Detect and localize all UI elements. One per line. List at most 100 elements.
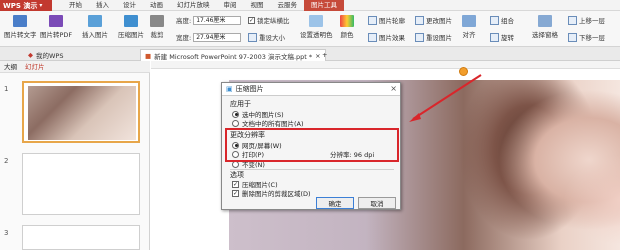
pdf-icon [49, 15, 64, 27]
tab-animation[interactable]: 动画 [143, 0, 170, 11]
dialog-titlebar: ▣ 压缩图片 × [222, 83, 400, 96]
checkbox-checked-icon: ✓ [248, 16, 255, 24]
ruler [151, 61, 620, 69]
checkbox-checked-icon: ✓ [232, 189, 239, 197]
color-label: 颜色 [340, 31, 354, 39]
picture-outline-label: 图片轮廓 [379, 17, 405, 25]
width-control: 宽度: 27.94厘米 [176, 32, 242, 42]
tab-outline[interactable]: 大纲 [0, 61, 21, 73]
slide-thumbnail[interactable] [22, 225, 140, 250]
tab-design[interactable]: 设计 [116, 0, 143, 11]
rotate-icon [490, 32, 499, 42]
app-menu-button[interactable]: WPS 演示 ▾ [0, 0, 52, 11]
insert-picture-label: 插入图片 [82, 31, 108, 39]
align-button[interactable]: 对齐 [462, 15, 476, 39]
color-button[interactable]: 颜色 [340, 15, 354, 39]
cancel-button[interactable]: 取消 [358, 197, 396, 209]
delete-cropped-checkbox[interactable]: ✓ 删除图片的剪裁区域(D) [232, 188, 311, 198]
tab-review[interactable]: 审阅 [217, 0, 244, 11]
set-transparent-button[interactable]: 设置透明色 [300, 15, 333, 39]
width-label: 宽度: [176, 34, 192, 42]
align-label: 对齐 [462, 31, 476, 39]
divider [230, 169, 394, 170]
crop-button[interactable]: 裁剪 [150, 15, 164, 39]
checkbox-checked-icon: ✓ [232, 180, 239, 188]
tab-insert[interactable]: 插入 [89, 0, 116, 11]
pic-to-pdf-button[interactable]: 图片转PDF [40, 15, 72, 39]
plus-icon: + [322, 51, 328, 59]
picture-outline-button[interactable]: 图片轮廓 [368, 15, 405, 25]
delete-cropped-label: 删除图片的剪裁区域(D) [242, 190, 311, 198]
slide-thumbnail-image [28, 86, 136, 140]
bring-forward-label: 上移一层 [579, 17, 605, 25]
transparent-icon [309, 15, 324, 27]
radio-off-icon [232, 119, 239, 127]
change-picture-icon [415, 15, 424, 25]
tab-view[interactable]: 视图 [244, 0, 271, 11]
tab-slides[interactable]: 幻灯片 [21, 61, 49, 73]
tab-document-label: 新建 Microsoft PowerPoint 97-2003 演示文稿.ppt… [154, 52, 313, 61]
height-input[interactable]: 17.46厘米 [193, 15, 242, 25]
apply-all-label: 文档中的所有图片(A) [242, 120, 304, 128]
tab-cloud[interactable]: 云服务 [271, 0, 305, 11]
send-backward-label: 下移一层 [579, 34, 605, 42]
tab-slideshow[interactable]: 幻灯片放映 [170, 0, 217, 11]
combine-label: 组合 [501, 17, 514, 25]
pic-to-text-button[interactable]: 图片转文字 [4, 15, 37, 39]
apply-to-label: 应用于 [230, 100, 251, 108]
crop-icon [150, 15, 164, 27]
new-tab-button[interactable]: + [318, 49, 331, 61]
wps-window: WPS 演示 ▾ 开始 插入 设计 动画 幻灯片放映 审阅 视图 云服务 图片工具… [0, 0, 620, 250]
compress-icon: ▣ [226, 85, 233, 93]
reset-size-button[interactable]: 重设大小 [248, 32, 285, 42]
reset-picture-icon [415, 32, 424, 42]
tab-my-wps[interactable]: ◆ 我的WPS [24, 49, 67, 61]
close-icon[interactable]: × [390, 84, 397, 93]
insert-picture-button[interactable]: 插入图片 [82, 15, 108, 39]
reset-size-icon [248, 32, 257, 42]
send-backward-button[interactable]: 下移一层 [568, 32, 605, 42]
slides-pane: 大纲 幻灯片 1 2 3 [0, 61, 150, 250]
height-label: 高度: [176, 17, 192, 25]
lock-ratio-checkbox[interactable]: ✓ 锁定纵横比 [248, 15, 290, 25]
tab-picture-tools[interactable]: 图片工具 [304, 0, 344, 11]
slide-thumbnail[interactable] [22, 81, 140, 143]
change-picture-label: 更改图片 [426, 17, 452, 25]
lock-ratio-label: 锁定纵横比 [257, 17, 290, 25]
picture-effects-label: 图片效果 [379, 34, 405, 42]
combine-button[interactable]: 组合 [490, 15, 514, 25]
select-pane-icon [538, 15, 552, 27]
color-icon [340, 15, 354, 27]
picture-icon [88, 15, 102, 27]
reset-picture-button[interactable]: 重设图片 [415, 32, 452, 42]
bring-forward-icon [568, 15, 577, 25]
radio-on-icon [232, 110, 239, 118]
outline-icon [368, 15, 377, 25]
compress-picture-dialog: ▣ 压缩图片 × 应用于 选中的图片(S) 文档中的所有图片(A) 更改分辨率 … [221, 82, 401, 210]
compress-icon [124, 15, 138, 27]
select-pane-label: 选择窗格 [532, 31, 558, 39]
compress-picture-button[interactable]: 压缩图片 [118, 15, 144, 39]
slide-thumbnail[interactable] [22, 153, 140, 215]
ok-button[interactable]: 确定 [316, 197, 354, 209]
send-backward-icon [568, 32, 577, 42]
select-pane-button[interactable]: 选择窗格 [532, 15, 558, 39]
document-tab-bar: ◆ 我的WPS ■ 新建 Microsoft PowerPoint 97-200… [0, 47, 620, 61]
apply-all-radio[interactable]: 文档中的所有图片(A) [232, 118, 304, 128]
slide-number: 3 [4, 229, 9, 237]
tab-document[interactable]: ■ 新建 Microsoft PowerPoint 97-2003 演示文稿.p… [140, 49, 326, 61]
change-picture-button[interactable]: 更改图片 [415, 15, 452, 25]
compress-picture-label: 压缩图片 [118, 31, 144, 39]
crop-label: 裁剪 [150, 31, 164, 39]
slide-number: 1 [4, 85, 9, 93]
width-input[interactable]: 27.94厘米 [193, 32, 242, 42]
picture-effects-button[interactable]: 图片效果 [368, 32, 405, 42]
combine-icon [490, 15, 499, 25]
bring-forward-button[interactable]: 上移一层 [568, 15, 605, 25]
annotation-highlight-box [225, 128, 399, 162]
rotate-button[interactable]: 旋转 [490, 32, 514, 42]
height-control: 高度: 17.46厘米 [176, 15, 242, 25]
ribbon: 图片转文字 图片转PDF 插入图片 压缩图片 裁剪 高度: 17.46厘米 宽度… [0, 11, 620, 47]
app-name: WPS 演示 [3, 1, 38, 10]
tab-home[interactable]: 开始 [62, 0, 89, 11]
